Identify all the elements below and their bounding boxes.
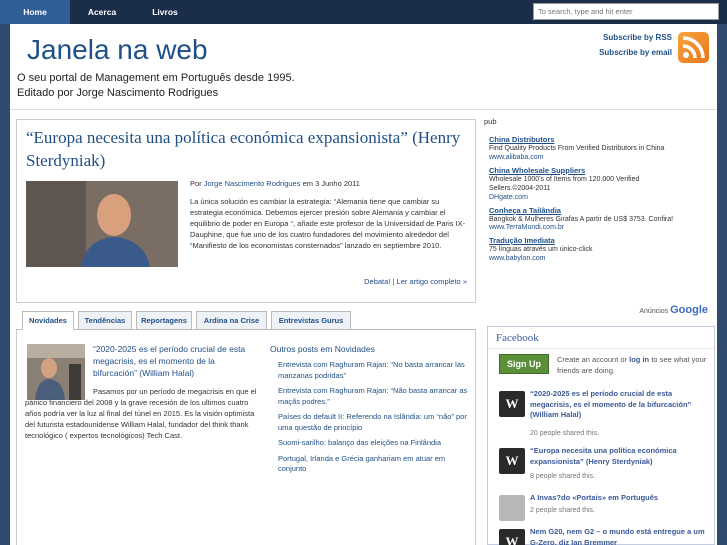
category-tabs: Novidades Tendências Reportagens Ardina …: [16, 311, 476, 330]
ad-text: Find Quality Products From Verified Dist…: [489, 145, 665, 152]
ads-label: pub: [484, 117, 497, 126]
facebook-share-count: 2 people shared this.: [530, 507, 595, 514]
nav-tab-home[interactable]: Home: [0, 0, 70, 24]
facebook-widget: Facebook Sign Up Create an account or lo…: [487, 326, 715, 545]
featured-post-text: Pasamos por un período de megacrisis en …: [25, 387, 257, 440]
facebook-shared-title[interactable]: “2020-2025 es el período crucial de esta…: [530, 389, 712, 421]
other-post-link[interactable]: Portugal, Irlanda e Grécia ganhariam em …: [278, 454, 470, 475]
tab-entrevistas-gurus[interactable]: Entrevistas Gurus: [271, 311, 351, 330]
wordpress-icon: W: [499, 529, 525, 545]
subscribe-rss-link[interactable]: Subscribe by RSS: [603, 33, 672, 42]
ad-url[interactable]: DHgate.com: [489, 194, 717, 201]
other-posts: Outros posts em Novidades Entrevista com…: [270, 344, 470, 480]
ad-item[interactable]: China Distributors Find Quality Products…: [489, 135, 717, 161]
site-editor: Editado por Jorge Nascimento Rodrigues: [17, 87, 219, 99]
ads-by-label: Anúncios: [639, 308, 669, 315]
ad-title[interactable]: China Wholesale Suppliers: [489, 166, 717, 175]
ad-item[interactable]: Tradução Imediata 75 línguas através um …: [489, 236, 717, 262]
other-post-link[interactable]: Suomi-sarilho: balanço das eleições na F…: [278, 438, 470, 449]
other-post-link[interactable]: Entrevista com Raghuram Rajan: “Não bast…: [278, 386, 470, 407]
facebook-share-count: 8 people shared this.: [530, 473, 595, 480]
ad-text: Wholesale 1000's of Items from 120.000 V…: [489, 175, 640, 193]
ad-text: Bangkok & Mulheres Girafas A partir de U…: [489, 215, 674, 223]
tab-novidades[interactable]: Novidades: [22, 311, 74, 330]
facebook-login-link[interactable]: log in: [629, 355, 649, 364]
facebook-signup-button[interactable]: Sign Up: [499, 354, 549, 374]
facebook-widget-title: Facebook: [488, 327, 714, 349]
article-photo[interactable]: [26, 181, 178, 267]
signup-text-1: Create an account or: [557, 355, 628, 364]
top-nav: Home Acerca Livros: [0, 0, 727, 24]
ad-url[interactable]: www.alibaba.com: [489, 154, 717, 161]
rss-icon[interactable]: [678, 32, 709, 63]
ad-title[interactable]: Tradução Imediata: [489, 236, 717, 245]
facebook-shared-title[interactable]: “Europa necesita una política económica …: [530, 446, 712, 467]
search-input[interactable]: [533, 3, 719, 20]
author-link[interactable]: Jorge Nascimento Rodrigues: [204, 179, 301, 188]
link-separator: |: [392, 277, 395, 286]
facebook-shared-title[interactable]: A Invas?do «Portais» em Português: [530, 493, 712, 504]
nav-tab-acerca[interactable]: Acerca: [70, 0, 134, 24]
read-more-link[interactable]: Ler artigo completo »: [397, 277, 467, 286]
nav-tab-livros[interactable]: Livros: [134, 0, 196, 24]
facebook-signup-text: Create an account or log in to see what …: [557, 354, 709, 376]
wordpress-icon: W: [499, 391, 525, 417]
tab-reportagens[interactable]: Reportagens: [136, 311, 192, 330]
debate-link[interactable]: Debata!: [364, 277, 390, 286]
ad-item[interactable]: Conheça a Tailândia Bangkok & Mulheres G…: [489, 206, 717, 232]
google-logo: Google: [670, 304, 708, 316]
facebook-share-count: 20 people shared this.: [530, 430, 599, 437]
featured-article: “Europa necesita una política económica …: [16, 119, 476, 303]
tab-tendencias[interactable]: Tendências: [78, 311, 132, 330]
other-posts-heading: Outros posts em Novidades: [270, 344, 375, 354]
byline-prefix: Por: [190, 179, 202, 188]
article-date: em 3 Junho 2011: [302, 179, 360, 188]
ad-url[interactable]: www.TerraMundi.com.br: [489, 224, 717, 231]
article-excerpt: La única solución es cambiar la estrateg…: [190, 197, 466, 250]
article-placeholder-icon: [499, 495, 525, 521]
ads-by-google[interactable]: Anúncios Google: [484, 304, 708, 316]
site-header: Janela na web O seu portal de Management…: [10, 24, 717, 110]
tab-panel: “2020-2025 es el período crucial de esta…: [16, 330, 476, 545]
site-tagline: O seu portal de Management em Português …: [17, 72, 295, 84]
featured-post-title[interactable]: “2020-2025 es el período crucial de esta…: [93, 343, 253, 379]
ad-item[interactable]: China Wholesale Suppliers Wholesale 1000…: [489, 166, 717, 201]
ad-title[interactable]: Conheça a Tailândia: [489, 206, 717, 215]
subscribe-email-link[interactable]: Subscribe by email: [599, 48, 672, 57]
other-post-link[interactable]: Países do default II: Referendo na Islân…: [278, 412, 470, 433]
wordpress-icon: W: [499, 448, 525, 474]
other-post-link[interactable]: Entrevista com Raghuram Rajan: “No basta…: [278, 360, 470, 381]
ad-title[interactable]: China Distributors: [489, 135, 717, 144]
tab-ardina-na-crise[interactable]: Ardina na Crise: [196, 311, 267, 330]
facebook-shared-title[interactable]: Nem G20, nem G2 – o mundo está entregue …: [530, 527, 712, 545]
article-title[interactable]: “Europa necesita una política económica …: [26, 126, 466, 172]
site-title[interactable]: Janela na web: [27, 34, 208, 66]
article-links: Debata! | Ler artigo completo »: [364, 277, 467, 286]
page: Janela na web O seu portal de Management…: [10, 24, 717, 545]
ad-block: pub China Distributors Find Quality Prod…: [484, 117, 717, 316]
article-byline: Por Jorge Nascimento Rodrigues em 3 Junh…: [190, 179, 360, 188]
ad-url[interactable]: www.babylon.com: [489, 255, 717, 262]
ad-text: 75 línguas através um único-click: [489, 246, 593, 253]
